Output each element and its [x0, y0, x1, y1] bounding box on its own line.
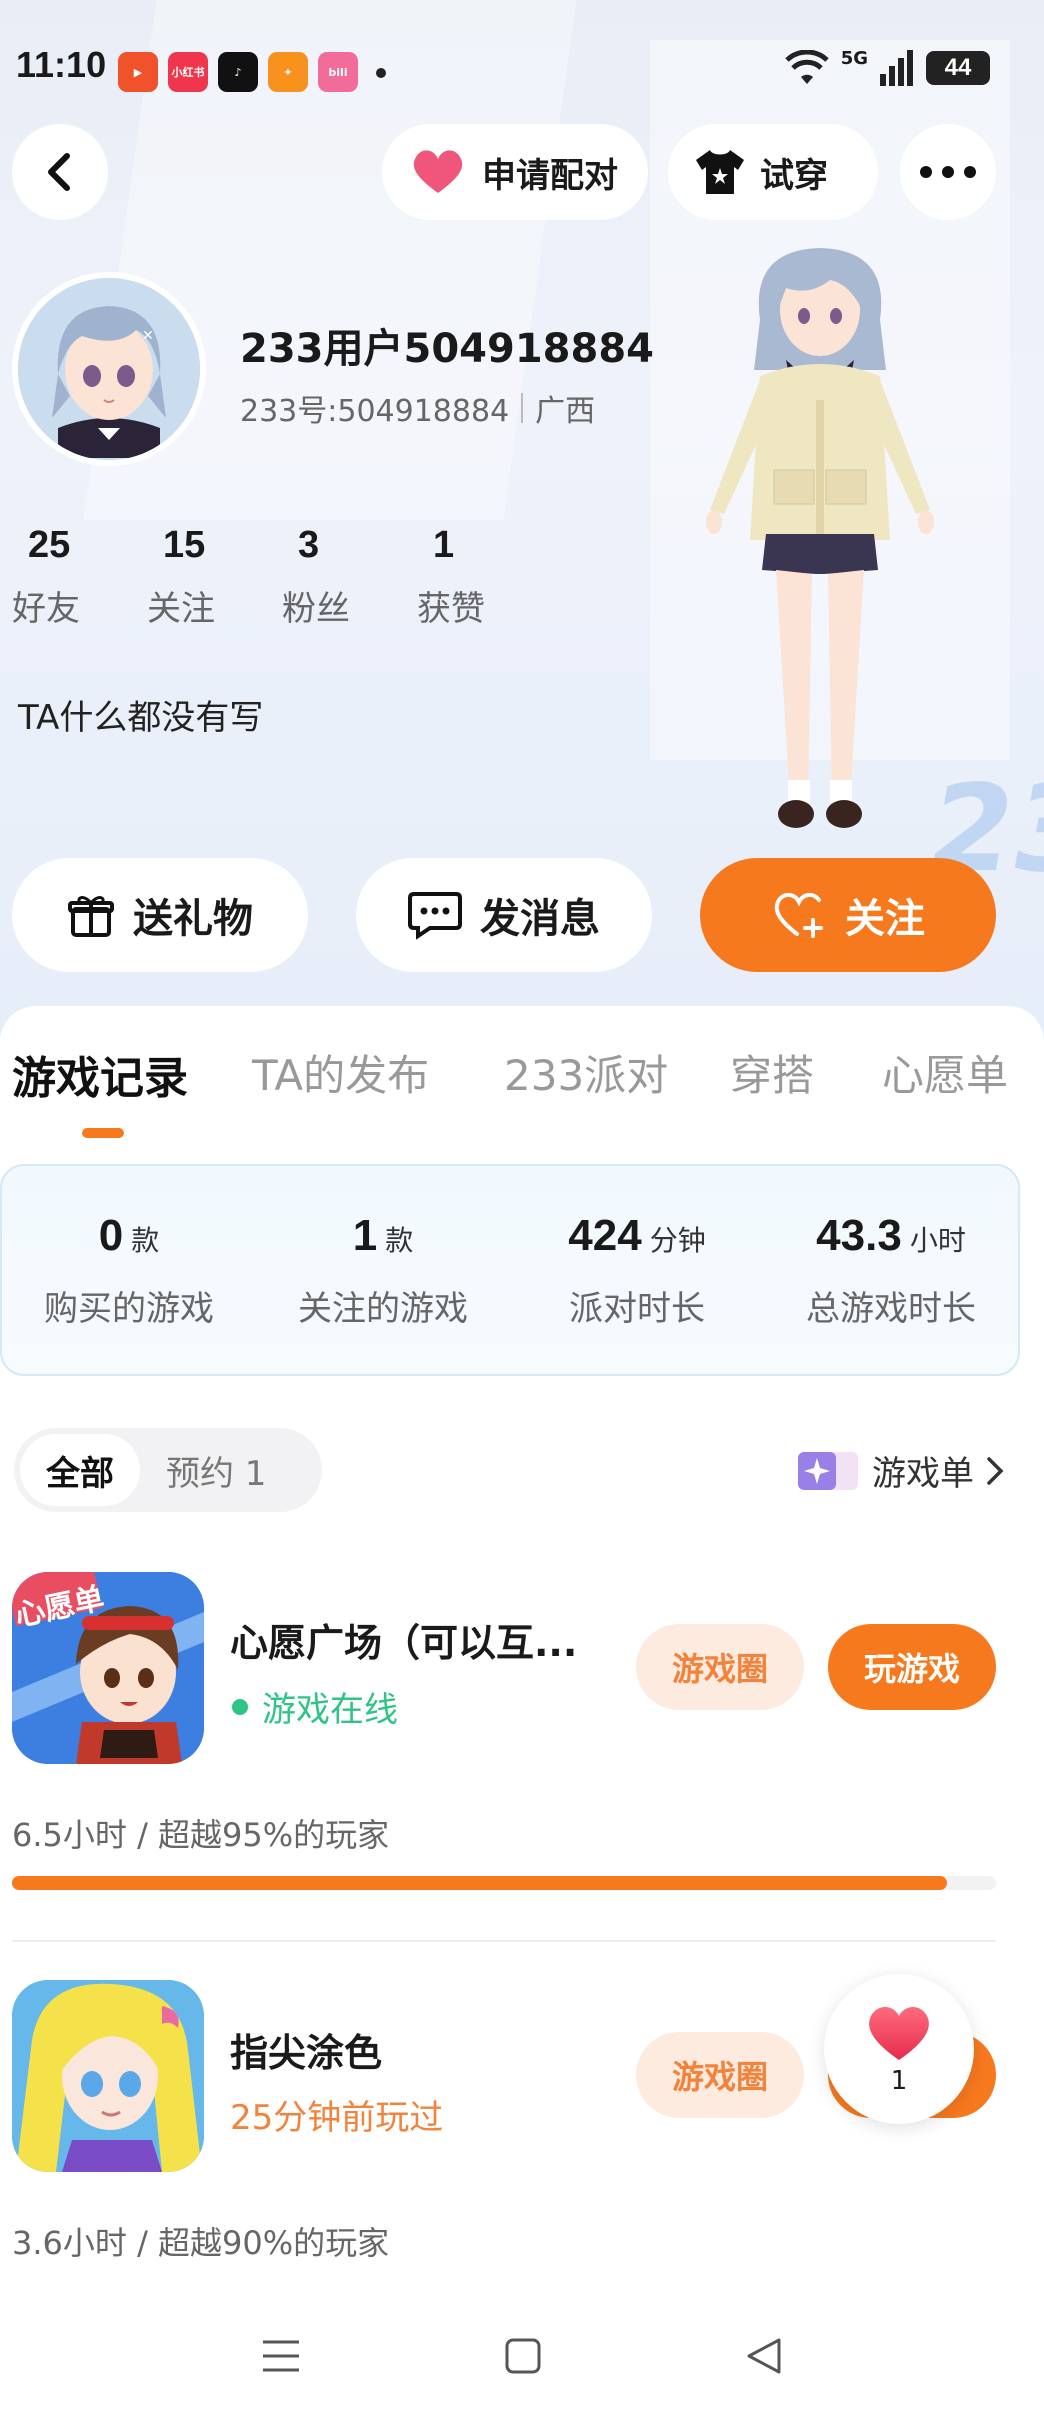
notification-icons: ▶ 小红书 ♪ ✦ bili	[118, 52, 386, 92]
xiaohongshu-app-icon: 小红书	[168, 52, 208, 92]
character-model-image[interactable]	[690, 240, 950, 860]
video-app-icon: ▶	[118, 52, 158, 92]
heart-icon	[869, 2007, 929, 2060]
chat-icon	[408, 892, 462, 940]
send-message-button[interactable]: 发消息	[356, 858, 652, 972]
back-triangle-icon[interactable]	[745, 2336, 783, 2376]
avatar-character-image: ✕	[18, 278, 200, 460]
try-on-button[interactable]: 试穿	[668, 124, 878, 220]
user-id-line: 233号:504918884 广西	[240, 386, 595, 430]
game-playtime-meta: 6.5小时 / 超越95%的玩家	[12, 1816, 390, 1854]
tab-game-records[interactable]: 游戏记录	[12, 1042, 188, 1106]
tab-wishlist[interactable]: 心愿单	[882, 1042, 1008, 1103]
summary-party-time: 424 分钟 派对时长	[568, 1210, 706, 1329]
tab-outfits[interactable]: 穿搭	[730, 1042, 814, 1103]
status-bar: 11:10 ▶ 小红书 ♪ ✦ bili 5G 44	[0, 0, 1044, 130]
stat-fans[interactable]: 3 粉丝	[282, 524, 417, 630]
like-count: 1	[890, 2066, 908, 2096]
game-summary-card: 0款 购买的游戏 1款 关注的游戏 424 分钟 派对时长 43.3 小时 总游戏时…	[0, 1164, 1020, 1376]
home-square-icon[interactable]	[504, 2337, 542, 2375]
profile-tabs: 游戏记录 TA的发布 233派对 穿搭 心愿单	[0, 1042, 1044, 1152]
game-icon-wish-square[interactable]: 心愿单	[12, 1572, 204, 1764]
stat-likes[interactable]: 1 获赞	[417, 524, 552, 630]
play-game-button[interactable]: 玩游戏	[828, 1624, 996, 1710]
clock: 11:10	[16, 44, 107, 85]
game-list-link[interactable]: 游戏单	[796, 1446, 1004, 1495]
stat-following[interactable]: 15 关注	[147, 524, 282, 630]
playtime-progress-bar	[12, 1876, 996, 1890]
heart-plus-icon	[774, 893, 823, 938]
game-circle-button[interactable]: 游戏圈	[636, 2032, 804, 2118]
user-id: 233号:504918884	[240, 394, 510, 429]
profile-stats: 25 好友 15 关注 3 粉丝 1 获赞	[12, 524, 552, 630]
filter-all[interactable]: 全部	[20, 1434, 140, 1506]
divider	[12, 1940, 996, 1942]
last-played-status: 25分钟前玩过	[230, 2098, 444, 2138]
battery-indicator: 44	[926, 50, 990, 85]
game-online-status: 游戏在线	[230, 1682, 398, 1731]
game-app-icon: ✦	[268, 52, 308, 92]
tab-party[interactable]: 233派对	[504, 1042, 668, 1103]
game-filter-segment: 全部 预约 1	[14, 1428, 322, 1512]
summary-total-play-time: 43.3 小时 总游戏时长	[806, 1210, 976, 1329]
wifi-icon	[784, 49, 829, 84]
heart-icon	[413, 150, 463, 193]
game-title[interactable]: 指尖涂色	[230, 2022, 382, 2077]
online-dot-icon	[232, 1698, 248, 1715]
back-button[interactable]	[12, 124, 108, 220]
stat-friends[interactable]: 25 好友	[12, 524, 147, 630]
svg-text:✕: ✕	[142, 328, 154, 344]
summary-followed-games[interactable]: 1款 关注的游戏	[256, 1166, 510, 1374]
network-type: 5G	[840, 48, 868, 69]
fingertip-coloring-game-art	[12, 1980, 204, 2172]
more-dots-icon	[920, 166, 976, 178]
follow-button[interactable]: 关注	[700, 858, 996, 972]
game-circle-button[interactable]: 游戏圈	[636, 1624, 804, 1710]
tab-posts[interactable]: TA的发布	[252, 1042, 429, 1103]
system-navigation-bar	[0, 2300, 1044, 2412]
menu-icon[interactable]	[261, 2338, 301, 2374]
profile-bio: TA什么都没有写	[18, 698, 264, 738]
tshirt-icon	[696, 150, 744, 194]
username: 233用户504918884	[240, 326, 654, 372]
bilibili-app-icon: bili	[318, 52, 358, 92]
sparkle-list-icon	[798, 1451, 858, 1490]
gift-icon	[68, 896, 114, 937]
playtime-progress-fill	[12, 1876, 947, 1890]
filter-reserve[interactable]: 预约 1	[140, 1434, 292, 1506]
send-gift-button[interactable]: 送礼物	[12, 858, 308, 972]
divider	[521, 393, 524, 423]
user-region: 广西	[535, 394, 596, 429]
like-floating-button[interactable]: 1	[824, 1974, 974, 2124]
summary-purchased[interactable]: 0款 购买的游戏	[2, 1166, 256, 1374]
game-icon-fingertip-coloring[interactable]	[12, 1980, 204, 2172]
more-notifications-dot	[376, 68, 386, 78]
chevron-left-icon	[48, 153, 70, 191]
game-playtime-meta: 3.6小时 / 超越90%的玩家	[12, 2224, 390, 2262]
tiktok-app-icon: ♪	[218, 52, 258, 92]
game-title[interactable]: 心愿广场（可以互...	[230, 1612, 577, 1667]
chevron-right-icon	[987, 1456, 1004, 1485]
avatar[interactable]: ✕	[12, 272, 206, 466]
more-options-button[interactable]	[900, 124, 996, 220]
request-pair-button[interactable]: 申请配对	[382, 124, 648, 220]
signal-icon	[880, 49, 913, 86]
active-tab-indicator	[82, 1128, 124, 1138]
